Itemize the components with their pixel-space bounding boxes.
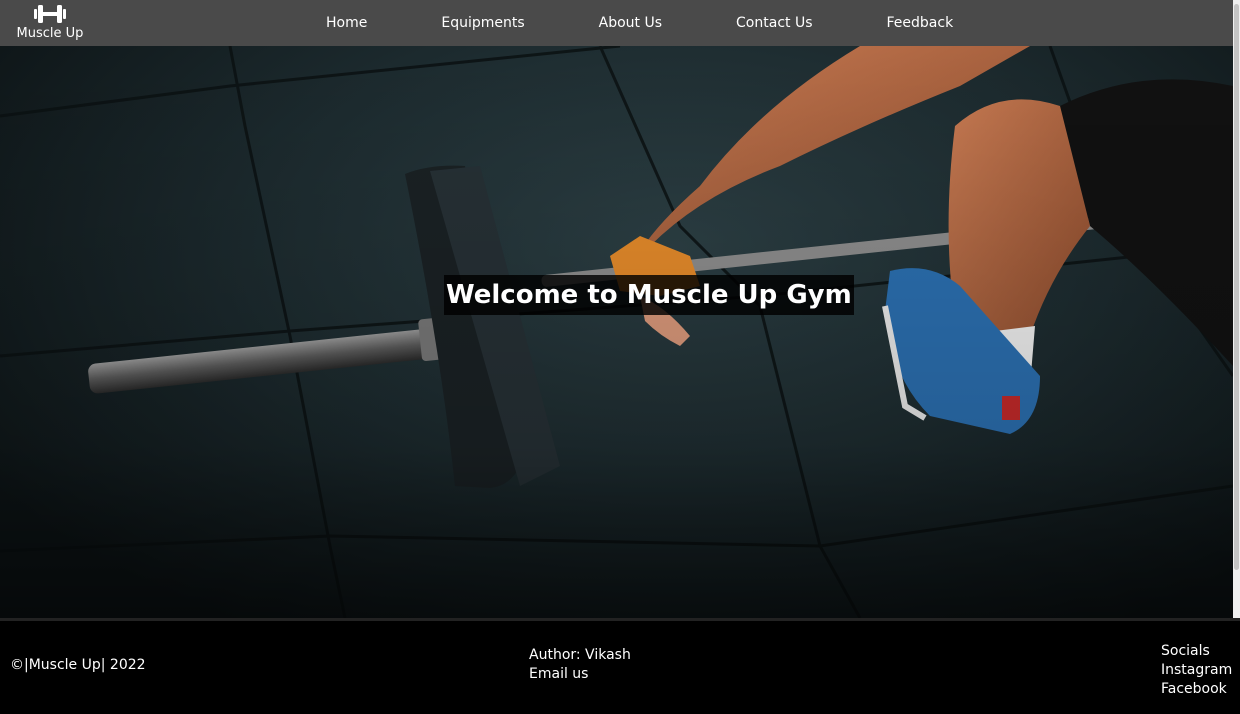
brand-logo[interactable]: Muscle Up (12, 2, 88, 44)
footer: ©|Muscle Up| 2022 Author: Vikash Email u… (0, 618, 1240, 714)
author-text: Author: Vikash (529, 647, 631, 663)
page-scrollbar[interactable] (1233, 0, 1240, 620)
email-link[interactable]: Email us (529, 665, 631, 684)
author-block: Author: Vikash Email us (529, 646, 631, 684)
facebook-link[interactable]: Facebook (1161, 680, 1232, 699)
socials-heading: Socials (1161, 643, 1210, 659)
scrollbar-thumb[interactable] (1234, 4, 1239, 570)
instagram-link[interactable]: Instagram (1161, 661, 1232, 680)
nav-feedback[interactable]: Feedback (850, 15, 991, 31)
nav-equipments[interactable]: Equipments (404, 15, 561, 31)
brand-name: Muscle Up (16, 26, 84, 41)
hero-title: Welcome to Muscle Up Gym (444, 275, 854, 315)
socials-block: Socials Instagram Facebook (1161, 642, 1232, 699)
nav-home[interactable]: Home (290, 15, 404, 31)
hero-section: Welcome to Muscle Up Gym (0, 46, 1233, 618)
copyright-text: ©|Muscle Up| 2022 (10, 657, 146, 673)
nav-about-us[interactable]: About Us (562, 15, 699, 31)
nav-contact-us[interactable]: Contact Us (699, 15, 849, 31)
navbar: Muscle Up Home Equipments About Us Conta… (0, 0, 1233, 46)
main-nav: Home Equipments About Us Contact Us Feed… (290, 0, 990, 46)
dumbbell-icon (34, 5, 66, 23)
hero-background-image (0, 46, 1233, 618)
